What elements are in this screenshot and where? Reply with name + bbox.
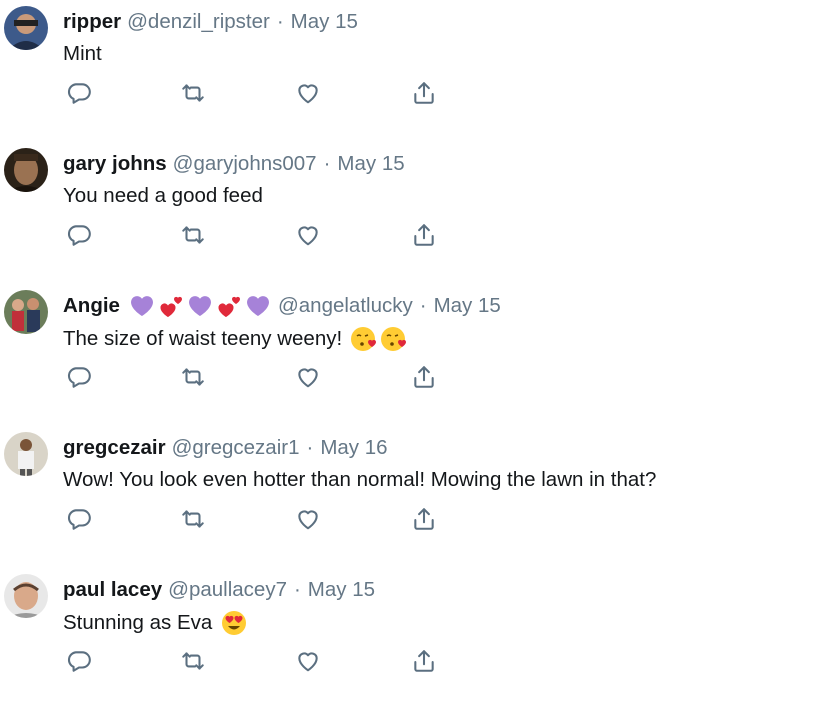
author-name[interactable]: paul lacey xyxy=(63,577,162,603)
avatar[interactable] xyxy=(4,148,48,192)
tweet: gregcezair @gregcezair1 · May 16 Wow! Yo… xyxy=(0,426,813,568)
tweet-date[interactable]: May 15 xyxy=(337,151,404,177)
retweet-button[interactable] xyxy=(176,502,210,536)
reply-icon xyxy=(67,509,91,530)
retweet-button[interactable] xyxy=(176,76,210,110)
heart-icon xyxy=(298,84,318,104)
like-button[interactable] xyxy=(291,360,325,394)
reply-icon xyxy=(67,651,91,672)
avatar[interactable] xyxy=(4,6,48,50)
avatar[interactable] xyxy=(4,574,48,618)
retweet-icon xyxy=(182,652,204,670)
author-handle[interactable]: @denzil_ripster xyxy=(127,9,270,35)
reply-icon xyxy=(67,367,91,388)
separator-dot: · xyxy=(293,578,301,601)
author-handle[interactable]: @angelatlucky xyxy=(278,293,413,319)
heart-eyes-emoji xyxy=(222,611,247,635)
author-handle[interactable]: @gregcezair1 xyxy=(172,435,300,461)
reply-button[interactable] xyxy=(62,360,96,394)
tweet: ripper @denzil_ripster · May 15 Mint xyxy=(0,0,813,142)
separator-dot: · xyxy=(419,294,427,317)
tweet-date[interactable]: May 15 xyxy=(291,9,358,35)
author-handle[interactable]: @garyjohns007 xyxy=(173,151,317,177)
separator-dot: · xyxy=(276,10,284,33)
retweet-icon xyxy=(182,368,204,386)
tweet-actions xyxy=(0,360,813,394)
tweet-text: You need a good feed xyxy=(63,184,263,207)
share-icon xyxy=(414,508,434,530)
like-button[interactable] xyxy=(291,218,325,252)
tweet-date[interactable]: May 15 xyxy=(308,577,375,603)
tweet-date[interactable]: May 16 xyxy=(320,435,387,461)
tweet-text: Wow! You look even hotter than normal! M… xyxy=(63,468,657,491)
reply-button[interactable] xyxy=(62,502,96,536)
author-name[interactable]: Angie xyxy=(63,293,120,319)
tweet-text: The size of waist teeny weeny! xyxy=(63,327,343,350)
reply-icon xyxy=(67,83,91,104)
share-icon xyxy=(414,82,434,104)
share-button[interactable] xyxy=(407,218,441,252)
share-button[interactable] xyxy=(407,644,441,678)
author-name[interactable]: gary johns xyxy=(63,151,167,177)
like-button[interactable] xyxy=(291,644,325,678)
text-emojis xyxy=(350,325,408,353)
share-icon xyxy=(414,366,434,388)
purple-heart-emoji xyxy=(188,296,211,316)
tweet: Angie @angelatlucky · May 15 The size of… xyxy=(0,284,813,426)
text-emojis xyxy=(220,609,248,637)
separator-dot: · xyxy=(323,152,331,175)
author-name[interactable]: ripper xyxy=(63,9,121,35)
reply-button[interactable] xyxy=(62,644,96,678)
reply-icon xyxy=(67,225,91,246)
purple-heart-emoji xyxy=(246,296,269,316)
like-button[interactable] xyxy=(291,502,325,536)
reply-button[interactable] xyxy=(62,218,96,252)
retweet-button[interactable] xyxy=(176,218,210,252)
avatar[interactable] xyxy=(4,290,48,334)
purple-heart-emoji xyxy=(130,296,153,316)
tweet-actions xyxy=(0,644,813,678)
tweet-date[interactable]: May 15 xyxy=(434,293,501,319)
avatar[interactable] xyxy=(4,432,48,476)
retweet-button[interactable] xyxy=(176,644,210,678)
face-blowing-kiss-emoji xyxy=(381,327,407,351)
reply-button[interactable] xyxy=(62,76,96,110)
retweet-icon xyxy=(182,510,204,528)
tweet-actions xyxy=(0,218,813,252)
author-name[interactable]: gregcezair xyxy=(63,435,166,461)
heart-exclamation-emoji xyxy=(218,296,240,317)
heart-icon xyxy=(298,510,318,530)
heart-icon xyxy=(298,652,318,672)
share-icon xyxy=(414,650,434,672)
share-icon xyxy=(414,224,434,246)
retweet-icon xyxy=(182,84,204,102)
separator-dot: · xyxy=(306,436,314,459)
tweet-actions xyxy=(0,502,813,536)
heart-icon xyxy=(298,226,318,246)
heart-exclamation-emoji xyxy=(160,296,182,317)
name-emojis xyxy=(128,293,272,319)
share-button[interactable] xyxy=(407,360,441,394)
share-button[interactable] xyxy=(407,76,441,110)
retweet-button[interactable] xyxy=(176,360,210,394)
tweet: paul lacey @paullacey7 · May 15 Stunning… xyxy=(0,568,813,710)
tweet-text: Stunning as Eva xyxy=(63,611,213,634)
face-blowing-kiss-emoji xyxy=(351,327,377,351)
share-button[interactable] xyxy=(407,502,441,536)
reply-feed: ripper @denzil_ripster · May 15 Mint gar… xyxy=(0,0,813,682)
tweet-actions xyxy=(0,76,813,110)
author-handle[interactable]: @paullacey7 xyxy=(168,577,287,603)
tweet: gary johns @garyjohns007 · May 15 You ne… xyxy=(0,142,813,284)
tweet-text: Mint xyxy=(63,42,102,65)
heart-icon xyxy=(298,368,318,388)
retweet-icon xyxy=(182,226,204,244)
like-button[interactable] xyxy=(291,76,325,110)
